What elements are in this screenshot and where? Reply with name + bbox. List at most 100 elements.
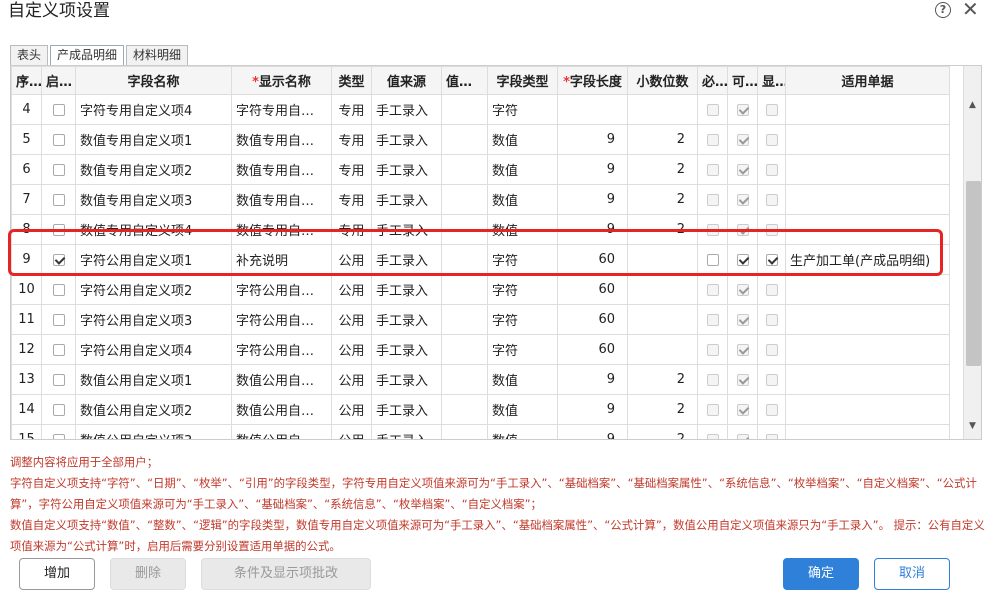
cell-type[interactable]: 公用 (331, 304, 372, 335)
cell-decimals[interactable] (627, 334, 698, 365)
vertical-scrollbar[interactable]: ▲ ▼ (963, 66, 981, 439)
cell-required[interactable] (697, 394, 728, 425)
cell-field-name[interactable]: 字符专用自定义项4 (75, 94, 232, 125)
required-checkbox[interactable] (706, 283, 719, 296)
cell-field-name[interactable]: 字符公用自定义项2 (75, 274, 232, 305)
cell-field-name[interactable]: 数值专用自定义项2 (75, 154, 232, 185)
cell-enabled[interactable] (41, 154, 76, 185)
cell-length[interactable]: 9 (557, 424, 628, 439)
cell-source[interactable]: 手工录入 (371, 184, 442, 215)
required-checkbox[interactable] (706, 403, 719, 416)
visible-checkbox[interactable] (765, 223, 778, 236)
editable-checkbox[interactable] (736, 253, 749, 266)
cell-length[interactable]: 60 (557, 244, 628, 275)
cell-type[interactable]: 专用 (331, 214, 372, 245)
cell-length[interactable]: 60 (557, 274, 628, 305)
editable-checkbox[interactable] (736, 403, 749, 416)
cell-type[interactable]: 公用 (331, 364, 372, 395)
cell-required[interactable] (697, 334, 728, 365)
cell-required[interactable] (697, 154, 728, 185)
cell-entity[interactable] (441, 214, 488, 245)
cell-field-type[interactable]: 数值 (487, 394, 558, 425)
cell-length[interactable]: 9 (557, 364, 628, 395)
cell-source[interactable]: 手工录入 (371, 364, 442, 395)
required-checkbox[interactable] (706, 193, 719, 206)
cell-display-name[interactable]: 字符公用自… (231, 304, 332, 335)
cell-decimals[interactable]: 2 (627, 154, 698, 185)
required-checkbox[interactable] (706, 373, 719, 386)
cell-field-name[interactable]: 字符公用自定义项1 (75, 244, 232, 275)
cell-display-name[interactable]: 数值公用自… (231, 394, 332, 425)
cell-entity[interactable] (441, 304, 488, 335)
cell-visible[interactable] (757, 334, 786, 365)
enabled-checkbox[interactable] (52, 223, 65, 236)
cell-source[interactable]: 手工录入 (371, 334, 442, 365)
table-row[interactable]: 11 字符公用自定义项3 字符公用自… 公用 手工录入 字符 60 (11, 304, 950, 335)
editable-checkbox[interactable] (736, 133, 749, 146)
cell-decimals[interactable]: 2 (627, 394, 698, 425)
cell-visible[interactable] (757, 274, 786, 305)
cell-required[interactable] (697, 94, 728, 125)
cell-display-name[interactable]: 数值公用自… (231, 364, 332, 395)
cell-field-name[interactable]: 数值专用自定义项1 (75, 124, 232, 155)
cell-editable[interactable] (727, 154, 758, 185)
cell-decimals[interactable] (627, 274, 698, 305)
cell-seq[interactable]: 7 (11, 184, 42, 215)
cell-editable[interactable] (727, 334, 758, 365)
cell-visible[interactable] (757, 394, 786, 425)
table-row[interactable]: 8 数值专用自定义项4 数值专用自… 专用 手工录入 数值 9 2 (11, 214, 950, 245)
cell-doc[interactable] (785, 184, 950, 215)
required-checkbox[interactable] (706, 163, 719, 176)
editable-checkbox[interactable] (736, 283, 749, 296)
cell-editable[interactable] (727, 214, 758, 245)
visible-checkbox[interactable] (765, 283, 778, 296)
cell-editable[interactable] (727, 184, 758, 215)
cell-length[interactable]: 9 (557, 394, 628, 425)
table-row[interactable]: 9 字符公用自定义项1 补充说明 公用 手工录入 字符 60 生产加工单(产成品明细) (11, 244, 950, 275)
cell-enabled[interactable] (41, 304, 76, 335)
tab-material-detail[interactable]: 材料明细 (126, 45, 189, 65)
table-row[interactable]: 10 字符公用自定义项2 字符公用自… 公用 手工录入 字符 60 (11, 274, 950, 305)
cell-doc[interactable] (785, 424, 950, 439)
cell-type[interactable]: 公用 (331, 424, 372, 439)
cell-decimals[interactable] (627, 244, 698, 275)
cell-display-name[interactable]: 数值专用自… (231, 124, 332, 155)
cell-field-name[interactable]: 字符公用自定义项3 (75, 304, 232, 335)
cell-display-name[interactable]: 数值专用自… (231, 214, 332, 245)
enabled-checkbox[interactable] (52, 373, 65, 386)
visible-checkbox[interactable] (765, 343, 778, 356)
required-checkbox[interactable] (706, 343, 719, 356)
cell-editable[interactable] (727, 274, 758, 305)
cell-required[interactable] (697, 184, 728, 215)
enabled-checkbox[interactable] (52, 403, 65, 416)
table-row[interactable]: 13 数值公用自定义项1 数值公用自… 公用 手工录入 数值 9 2 (11, 364, 950, 395)
cell-source[interactable]: 手工录入 (371, 394, 442, 425)
cell-editable[interactable] (727, 304, 758, 335)
cell-source[interactable]: 手工录入 (371, 124, 442, 155)
cell-seq[interactable]: 8 (11, 214, 42, 245)
cell-visible[interactable] (757, 124, 786, 155)
cell-source[interactable]: 手工录入 (371, 304, 442, 335)
cell-length[interactable]: 9 (557, 124, 628, 155)
enabled-checkbox[interactable] (52, 103, 65, 116)
table-row[interactable]: 7 数值专用自定义项3 数值专用自… 专用 手工录入 数值 9 2 (11, 184, 950, 215)
required-checkbox[interactable] (706, 253, 719, 266)
cell-entity[interactable] (441, 154, 488, 185)
cell-seq[interactable]: 14 (11, 394, 42, 425)
enabled-checkbox[interactable] (52, 283, 65, 296)
cell-field-type[interactable]: 数值 (487, 364, 558, 395)
cell-visible[interactable] (757, 304, 786, 335)
cell-seq[interactable]: 5 (11, 124, 42, 155)
visible-checkbox[interactable] (765, 103, 778, 116)
cell-field-type[interactable]: 字符 (487, 304, 558, 335)
cell-field-type[interactable]: 字符 (487, 94, 558, 125)
cell-decimals[interactable] (627, 304, 698, 335)
cell-editable[interactable] (727, 124, 758, 155)
cancel-button[interactable]: 取消 (874, 558, 950, 590)
cell-required[interactable] (697, 124, 728, 155)
cell-type[interactable]: 公用 (331, 244, 372, 275)
table-row[interactable]: 12 字符公用自定义项4 字符公用自… 公用 手工录入 字符 60 (11, 334, 950, 365)
cell-enabled[interactable] (41, 394, 76, 425)
cell-doc[interactable] (785, 214, 950, 245)
cell-seq[interactable]: 12 (11, 334, 42, 365)
